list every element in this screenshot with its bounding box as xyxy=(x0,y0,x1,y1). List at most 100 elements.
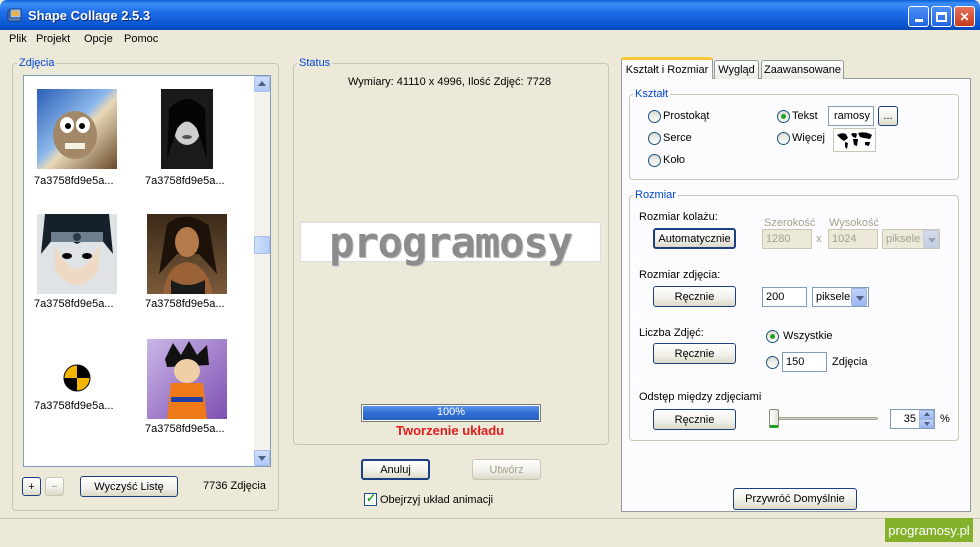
shape-legend: Kształt xyxy=(633,88,671,100)
photo-caption: 7a3758fd9e5a... xyxy=(145,423,225,435)
photo-list-scrollbar[interactable] xyxy=(254,76,270,466)
spin-up-icon xyxy=(924,412,930,416)
portrait-image xyxy=(167,99,207,159)
spacing-down-button[interactable] xyxy=(919,419,934,428)
scroll-down-icon xyxy=(258,456,266,461)
collage-size-auto-button[interactable]: Automatycznie xyxy=(653,228,736,249)
spacing-manual-button[interactable]: Ręcznie xyxy=(653,409,736,430)
spacing-slider-track[interactable] xyxy=(772,417,878,420)
separator xyxy=(637,258,951,259)
remove-photo-button[interactable]: − xyxy=(45,477,64,496)
photos-legend: Zdjęcia xyxy=(17,57,57,69)
height-label: Wysokość xyxy=(829,217,880,229)
photo-count-input[interactable]: 150 xyxy=(782,352,827,372)
photo-unit-dropdown-icon xyxy=(851,288,867,306)
world-map-shape[interactable] xyxy=(833,128,876,152)
photo-count: 7736 Zdjęcia xyxy=(203,480,266,492)
menu-pomoc[interactable]: Pomoc xyxy=(124,33,158,45)
shape-rect-label: Prostokąt xyxy=(663,110,710,122)
tab-appearance[interactable]: Wygląd xyxy=(714,60,759,79)
woman-image xyxy=(159,216,217,294)
spacing-slider-thumb[interactable] xyxy=(769,409,779,428)
app-icon xyxy=(7,8,22,22)
photo-thumbnail[interactable] xyxy=(147,339,227,419)
photo-size-manual-button[interactable]: Ręcznie xyxy=(653,286,736,307)
count-all-label: Wszystkie xyxy=(783,330,833,342)
scroll-down-button[interactable] xyxy=(254,450,270,466)
anime-ninja-image xyxy=(41,214,113,285)
minimize-button[interactable] xyxy=(908,6,929,27)
photo-count-unit: Zdjęcia xyxy=(832,356,868,368)
photo-thumbnail[interactable] xyxy=(147,214,227,294)
photo-count-manual-button[interactable]: Ręcznie xyxy=(653,343,736,364)
photo-count-label: Liczba Zdjęć: xyxy=(639,327,704,339)
spin-down-icon xyxy=(924,422,930,426)
shape-text-input[interactable]: ramosy xyxy=(828,106,874,126)
shape-heart-radio[interactable] xyxy=(648,132,661,145)
shape-text-label: Tekst xyxy=(792,110,818,122)
count-all-radio[interactable] xyxy=(766,330,779,343)
maximize-icon xyxy=(936,11,947,22)
times-label: x xyxy=(816,233,822,245)
collage-preview-text: programosy xyxy=(329,218,573,267)
animate-label: Obejrzyj układ animacji xyxy=(380,494,494,506)
spacing-label: Odstęp między zdjęciami xyxy=(639,391,762,403)
photo-caption: 7a3758fd9e5a... xyxy=(145,298,225,310)
separator xyxy=(637,381,951,382)
scroll-up-icon xyxy=(258,81,266,86)
size-legend: Rozmiar xyxy=(633,189,678,201)
count-custom-radio[interactable] xyxy=(766,356,779,369)
tab-advanced[interactable]: Zaawansowane xyxy=(761,60,844,79)
status-text: Tworzenie układu xyxy=(396,423,505,438)
photo-size-input[interactable]: 200 xyxy=(762,287,807,307)
shape-circle-label: Koło xyxy=(663,154,686,166)
maximize-button[interactable] xyxy=(931,6,952,27)
clear-list-button[interactable]: Wyczyść Listę xyxy=(80,476,178,497)
menu-projekt[interactable]: Projekt xyxy=(36,33,70,45)
restore-defaults-button[interactable]: Przywróć Domyślnie xyxy=(733,488,857,510)
shape-more-radio[interactable] xyxy=(777,132,790,145)
photo-thumbnail[interactable] xyxy=(63,364,91,392)
window-title: Shape Collage 2.5.3 xyxy=(28,8,151,23)
progress-text: 100% xyxy=(436,406,466,418)
world-map-icon xyxy=(837,132,872,149)
photo-thumbnail[interactable] xyxy=(37,214,117,294)
watermark: programosy.pl xyxy=(885,518,973,542)
shape-rect-radio[interactable] xyxy=(648,110,661,123)
scroll-up-button[interactable] xyxy=(254,76,270,92)
status-bar xyxy=(0,518,980,547)
check-icon: ✓ xyxy=(366,491,377,505)
tab-shape-size[interactable]: Kształt i Rozmiar xyxy=(621,57,713,79)
spacing-up-button[interactable] xyxy=(919,410,934,419)
scroll-thumb[interactable] xyxy=(254,236,270,254)
close-button[interactable]: ✕ xyxy=(954,6,975,27)
close-icon: ✕ xyxy=(959,9,970,24)
menu-opcje[interactable]: Opcje xyxy=(84,33,113,45)
photo-thumbnail[interactable] xyxy=(37,89,117,169)
collage-height-input[interactable]: 1024 xyxy=(828,229,878,249)
target-image xyxy=(63,364,91,392)
goku-image xyxy=(165,341,209,419)
add-photo-button[interactable]: + xyxy=(22,477,41,496)
collage-unit-dropdown-icon xyxy=(923,230,939,248)
browse-font-button[interactable]: ... xyxy=(878,106,898,126)
cancel-button[interactable]: Anuluj xyxy=(361,459,430,480)
shape-circle-radio[interactable] xyxy=(648,154,661,167)
minimize-icon xyxy=(914,19,923,22)
progress-bar: 100% xyxy=(361,404,541,422)
create-button[interactable]: Utwórz xyxy=(472,459,541,480)
menu-plik[interactable]: Plik xyxy=(9,33,27,45)
animate-checkbox[interactable]: ✓ xyxy=(364,491,377,506)
shape-text-radio[interactable] xyxy=(777,110,790,123)
photo-caption: 7a3758fd9e5a... xyxy=(145,175,225,187)
photo-caption: 7a3758fd9e5a... xyxy=(34,175,114,187)
shape-heart-label: Serce xyxy=(663,132,692,144)
status-legend: Status xyxy=(297,57,333,69)
photo-thumbnail[interactable] xyxy=(161,89,213,169)
photo-caption: 7a3758fd9e5a... xyxy=(34,400,114,412)
collage-size-label: Rozmiar kolażu: xyxy=(639,211,718,223)
collage-preview: programosy xyxy=(300,218,601,267)
width-label: Szerokość xyxy=(764,217,816,229)
spacing-unit: % xyxy=(940,413,950,425)
collage-width-input[interactable]: 1280 xyxy=(762,229,812,249)
